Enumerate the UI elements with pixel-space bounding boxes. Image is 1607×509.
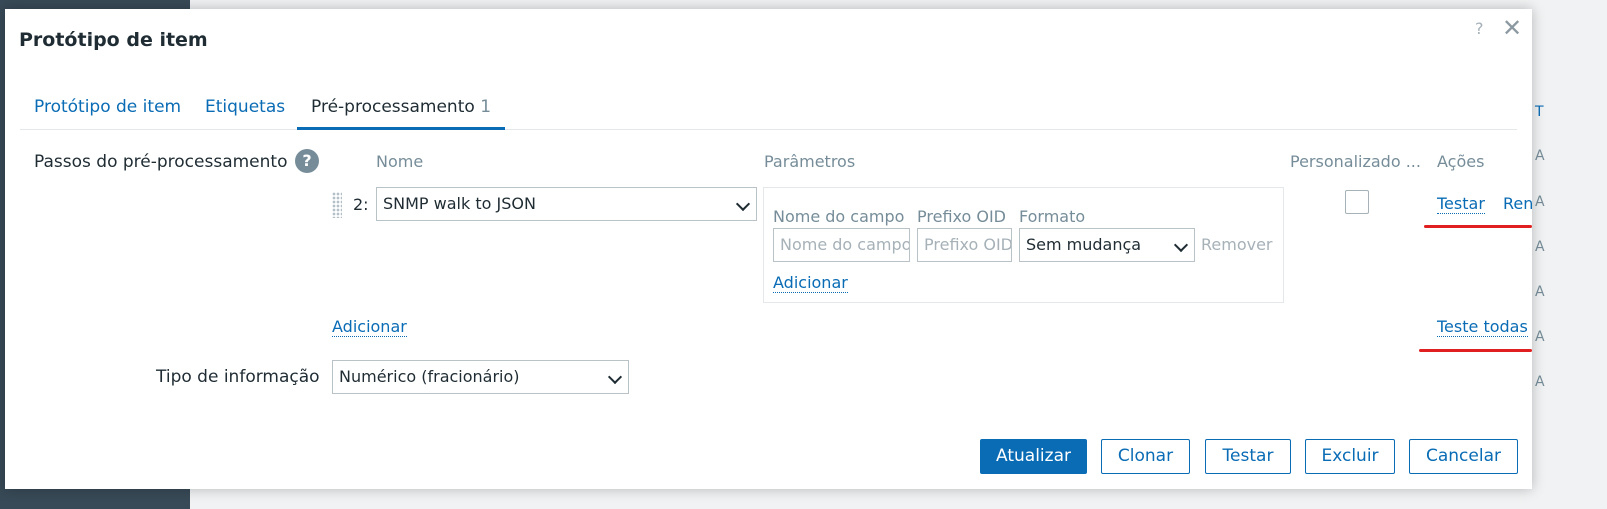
update-button[interactable]: Atualizar <box>980 439 1087 474</box>
tab-bar: Protótipo de item Etiquetas Pré-processa… <box>20 89 1517 130</box>
cancel-button[interactable]: Cancelar <box>1409 439 1518 474</box>
column-header-custom: Personalizado ... <box>1290 152 1421 171</box>
step-type-value: SNMP walk to JSON <box>383 194 536 213</box>
step-parameters: Nome do campo Prefixo OID Formato Nome d… <box>763 187 1284 303</box>
format-value: Sem mudança <box>1026 235 1142 254</box>
test-step-link[interactable]: Testar <box>1437 195 1485 214</box>
question-circle-icon[interactable]: ? <box>295 149 319 173</box>
column-header-actions: Ações <box>1437 152 1485 171</box>
info-type-select[interactable]: Numérico (fracionário) <box>332 360 629 394</box>
column-header-name: Nome <box>376 152 424 171</box>
test-all-link[interactable]: Teste todas <box>1437 318 1528 337</box>
info-type-value: Numérico (fracionário) <box>339 367 520 386</box>
add-step-link[interactable]: Adicionar <box>332 318 407 337</box>
tab-preprocessing[interactable]: Pré-processamento 1 <box>297 97 506 130</box>
step-number: 2: <box>353 195 369 214</box>
param-header-field-name: Nome do campo <box>773 207 905 226</box>
remove-step-link[interactable]: Ren <box>1503 195 1532 213</box>
close-icon[interactable]: ✕ <box>1502 14 1522 42</box>
remove-param-link[interactable]: Remover <box>1201 235 1273 254</box>
test-button[interactable]: Testar <box>1205 439 1291 474</box>
chevron-down-icon <box>607 369 623 385</box>
item-prototype-dialog: Protótipo de item ? ✕ Protótipo de item … <box>5 9 1532 489</box>
dialog-title: Protótipo de item <box>19 29 208 51</box>
background-cell: A <box>1535 374 1545 390</box>
delete-button[interactable]: Excluir <box>1305 439 1395 474</box>
tab-tags[interactable]: Etiquetas <box>205 97 285 117</box>
background-cell: A <box>1535 194 1545 210</box>
column-header-params: Parâmetros <box>764 152 856 171</box>
chevron-down-icon <box>1173 237 1189 253</box>
tab-preprocessing-label: Pré-processamento <box>311 97 475 117</box>
field-name-input[interactable]: Nome do campo <box>773 228 910 262</box>
red-annotation-underline <box>1424 225 1532 228</box>
oid-prefix-input[interactable]: Prefixo OID <box>917 228 1012 262</box>
chevron-down-icon <box>735 196 751 212</box>
custom-on-fail-checkbox[interactable] <box>1345 190 1369 214</box>
preprocessing-steps-label: Passos do pré-processamento <box>34 152 288 172</box>
red-annotation-underline <box>1419 349 1532 352</box>
background-cell: A <box>1535 239 1545 255</box>
background-column-header: T <box>1535 104 1544 120</box>
tab-item-prototype[interactable]: Protótipo de item <box>34 97 181 117</box>
param-header-oid-prefix: Prefixo OID <box>917 207 1006 226</box>
clone-button[interactable]: Clonar <box>1101 439 1190 474</box>
format-select[interactable]: Sem mudança <box>1019 228 1195 262</box>
background-cell: A <box>1535 329 1545 345</box>
background-cell: A <box>1535 284 1545 300</box>
drag-handle-icon[interactable] <box>332 192 342 218</box>
info-type-label: Tipo de informação <box>156 367 320 387</box>
tab-preprocessing-count: 1 <box>480 97 492 117</box>
add-param-link[interactable]: Adicionar <box>773 274 848 293</box>
help-icon[interactable]: ? <box>1475 19 1484 38</box>
step-type-select[interactable]: SNMP walk to JSON <box>376 187 757 221</box>
param-header-format: Formato <box>1019 207 1086 226</box>
background-cell: A <box>1535 148 1545 164</box>
